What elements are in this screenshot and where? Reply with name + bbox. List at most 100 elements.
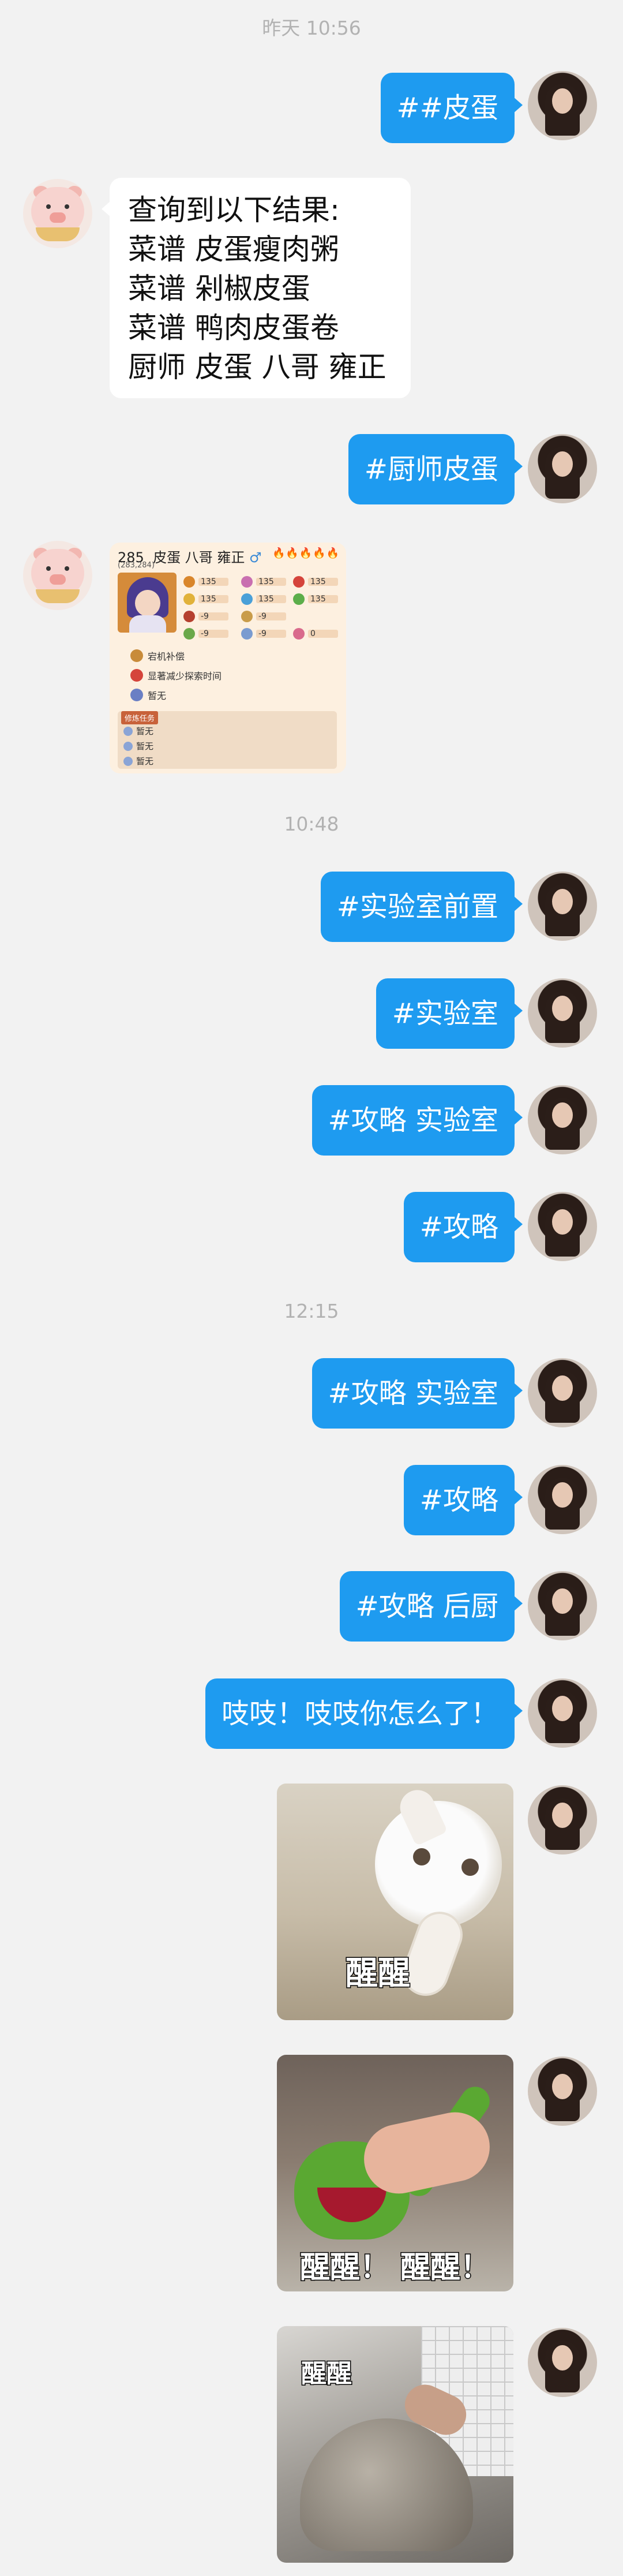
timestamp: 昨天 10:56 <box>262 17 361 39</box>
training-text: 暂无 <box>136 741 154 752</box>
ingredient-icon <box>183 628 195 640</box>
avatar-face <box>552 1102 573 1128</box>
stat-item: -9 <box>241 628 286 640</box>
user-avatar[interactable] <box>528 1358 597 1427</box>
stat-item: 0 <box>293 628 338 640</box>
skill-stat-icon <box>183 576 195 588</box>
ingredient-icon <box>293 628 305 640</box>
training-text: 暂无 <box>136 726 154 736</box>
outgoing-message[interactable]: #实验室 <box>376 978 523 1049</box>
timestamp: 10:48 <box>284 813 339 835</box>
pig-snout-icon <box>50 574 66 585</box>
user-avatar[interactable] <box>528 872 597 941</box>
outgoing-message[interactable]: #攻略 实验室 <box>312 1358 523 1429</box>
skill-icon <box>130 689 143 701</box>
stat-value: 135 <box>198 578 228 586</box>
training-icon <box>123 741 133 751</box>
sticker-caption: 醒醒 <box>345 1954 411 1994</box>
user-avatar[interactable] <box>528 1465 597 1534</box>
reply-line: 查询到以下结果: <box>128 193 340 227</box>
chef-id: (283,284) <box>118 561 155 570</box>
stat-value: -9 <box>198 612 228 620</box>
chef-skill: 宕机补偿 <box>130 649 185 663</box>
sticker-image-frog[interactable]: 醒醒！ 醒醒！ <box>277 2055 513 2291</box>
skill-icon <box>130 669 143 682</box>
reply-line: 菜谱 鸭肉皮蛋卷 <box>128 311 339 345</box>
reply-line: 菜谱 剁椒皮蛋 <box>128 272 310 305</box>
training-row: 暂无 <box>123 755 153 767</box>
stat-item: -9 <box>183 628 228 640</box>
pig-eye-icon <box>46 566 51 571</box>
pig-snout-icon <box>50 212 66 223</box>
reply-line: 菜谱 皮蛋瘦肉粥 <box>128 233 339 266</box>
outgoing-message[interactable]: 吱吱！吱吱你怎么了！ <box>205 1678 523 1749</box>
outgoing-message[interactable]: #实验室前置 <box>320 872 523 942</box>
section-tag: 修炼任务 <box>121 711 159 724</box>
stat-value: 0 <box>308 630 338 638</box>
user-avatar[interactable] <box>528 978 597 1048</box>
stat-value: 135 <box>256 578 286 586</box>
avatar-face <box>552 1375 573 1401</box>
reply-line: 厨师 皮蛋 八哥 雍正 <box>128 350 386 384</box>
stat-item: 135 <box>293 576 338 588</box>
user-avatar[interactable] <box>528 434 597 503</box>
user-avatar[interactable] <box>528 1085 597 1154</box>
avatar-face <box>552 1696 573 1721</box>
incoming-message[interactable]: 查询到以下结果: 菜谱 皮蛋瘦肉粥 菜谱 剁椒皮蛋 菜谱 鸭肉皮蛋卷 厨师 皮蛋… <box>102 178 411 398</box>
outgoing-message[interactable]: #攻略 <box>403 1192 523 1262</box>
user-avatar[interactable] <box>528 71 597 140</box>
training-section: 修炼任务 暂无 暂无 暂无 <box>118 711 337 769</box>
skill-stat-icon <box>241 593 253 605</box>
training-icon <box>123 726 133 736</box>
bot-avatar[interactable] <box>23 179 92 248</box>
user-avatar[interactable] <box>528 1785 597 1855</box>
skill-stat-icon <box>293 576 305 588</box>
outgoing-message[interactable]: ##皮蛋 <box>380 73 523 143</box>
user-avatar[interactable] <box>528 2057 597 2126</box>
stat-item: 135 <box>293 593 338 605</box>
sticker-image-cat[interactable]: 醒醒 <box>277 1784 513 2020</box>
stat-value: 135 <box>308 595 338 603</box>
sticker-image-monkey[interactable]: 醒醒 <box>277 2326 513 2563</box>
sticker-caption: 醒醒 <box>301 2358 353 2390</box>
ingredient-icon <box>241 628 253 640</box>
chef-portrait <box>118 573 177 633</box>
training-row: 暂无 <box>123 740 153 752</box>
avatar-face <box>552 889 573 914</box>
sticker-caption: 醒醒！ 醒醒！ <box>299 2250 491 2286</box>
training-row: 暂无 <box>123 725 153 737</box>
avatar-face <box>552 1803 573 1828</box>
skill-stat-icon <box>241 576 253 588</box>
outgoing-message[interactable]: #厨师皮蛋 <box>348 434 523 504</box>
avatar-face <box>552 1588 573 1614</box>
outgoing-message[interactable]: #攻略 后厨 <box>339 1571 523 1642</box>
portrait-face <box>135 590 160 616</box>
user-avatar[interactable] <box>528 1571 597 1640</box>
outgoing-message[interactable]: #攻略 实验室 <box>312 1085 523 1156</box>
bowl-icon <box>36 589 80 603</box>
stat-value: -9 <box>256 612 286 620</box>
user-avatar[interactable] <box>528 2328 597 2397</box>
skill-stat-icon <box>183 593 195 605</box>
skill-text: 宕机补偿 <box>148 651 185 662</box>
avatar-face <box>552 996 573 1021</box>
stat-value: -9 <box>256 630 286 638</box>
avatar-face <box>552 1209 573 1235</box>
stat-value: -9 <box>198 630 228 638</box>
stat-item: 135 <box>183 576 228 588</box>
skill-text: 暂无 <box>148 690 167 701</box>
bot-avatar[interactable] <box>23 541 92 610</box>
avatar-face <box>552 2345 573 2371</box>
flame-rating-icon: 🔥🔥🔥🔥🔥 <box>272 547 340 559</box>
chef-card-image[interactable]: 285 皮蛋 八哥 雍正 ♂ (283,284) 🔥🔥🔥🔥🔥 135 135 1… <box>110 543 346 773</box>
skill-text: 显著减少探索时间 <box>148 671 222 682</box>
user-avatar[interactable] <box>528 1192 597 1261</box>
stat-value: 135 <box>198 595 228 603</box>
pig-eye-icon <box>46 204 51 209</box>
user-avatar[interactable] <box>528 1678 597 1748</box>
ingredient-icon <box>241 611 253 622</box>
bowl-icon <box>36 227 80 241</box>
stat-value: 135 <box>308 578 338 586</box>
gender-icon: ♂ <box>249 549 262 566</box>
outgoing-message[interactable]: #攻略 <box>403 1465 523 1535</box>
